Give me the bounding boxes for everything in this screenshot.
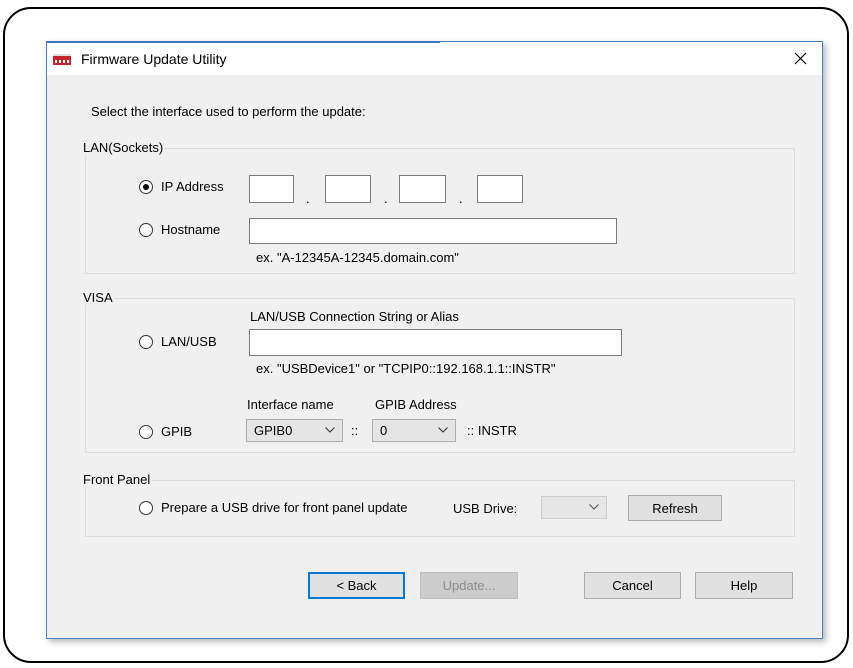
back-button[interactable]: < Back <box>308 572 405 599</box>
instr-suffix: :: INSTR <box>467 423 517 438</box>
connection-string-label: LAN/USB Connection String or Alias <box>250 309 459 324</box>
close-button[interactable] <box>778 42 822 75</box>
gpib-address-label: GPIB Address <box>375 397 457 412</box>
window-title: Firmware Update Utility <box>81 51 227 67</box>
ip-separator-3: . <box>459 191 463 206</box>
ip-separator-1: . <box>306 191 310 206</box>
close-icon <box>794 52 806 65</box>
gpib-address-select[interactable]: 0 <box>372 419 456 442</box>
refresh-button[interactable]: Refresh <box>628 495 722 521</box>
usb-drive-select[interactable] <box>541 496 607 519</box>
firmware-update-dialog: Firmware Update Utility Select the inter… <box>46 41 823 639</box>
help-button[interactable]: Help <box>695 572 793 599</box>
ip-address-radio[interactable] <box>139 180 153 194</box>
update-button[interactable]: Update... <box>420 572 518 599</box>
lan-usb-example: ex. "USBDevice1" or "TCPIP0::192.168.1.1… <box>256 361 556 376</box>
prepare-usb-label: Prepare a USB drive for front panel upda… <box>161 500 408 515</box>
hostname-input[interactable] <box>249 218 617 244</box>
lan-usb-radio[interactable] <box>139 335 153 349</box>
instruction-text: Select the interface used to perform the… <box>91 104 366 119</box>
lan-usb-label: LAN/USB <box>161 334 217 349</box>
chevron-down-icon <box>325 427 335 433</box>
hostname-example: ex. "A-12345A-12345.domain.com" <box>256 250 459 265</box>
gpib-address-value: 0 <box>380 423 388 438</box>
title-bar-accent <box>47 41 440 43</box>
ip-octet-2-input[interactable] <box>325 175 371 203</box>
front-panel-group-label: Front Panel <box>83 472 153 487</box>
interface-name-select[interactable]: GPIB0 <box>246 419 343 442</box>
app-icon <box>53 54 71 65</box>
gpib-radio[interactable] <box>139 425 153 439</box>
chevron-down-icon <box>589 504 599 510</box>
gpib-label: GPIB <box>161 424 193 439</box>
lan-sockets-group-label: LAN(Sockets) <box>83 140 166 155</box>
title-bar: Firmware Update Utility <box>47 41 822 75</box>
ip-octet-4-input[interactable] <box>477 175 523 203</box>
hostname-label: Hostname <box>161 222 221 237</box>
chevron-down-icon <box>438 427 448 433</box>
lan-usb-connection-input[interactable] <box>249 329 622 356</box>
ip-octet-3-input[interactable] <box>399 175 446 203</box>
ip-separator-2: . <box>384 191 388 206</box>
interface-name-value: GPIB0 <box>254 423 293 438</box>
ip-address-label: IP Address <box>161 179 224 194</box>
prepare-usb-radio[interactable] <box>139 501 153 515</box>
visa-group-label: VISA <box>83 290 115 305</box>
hostname-radio[interactable] <box>139 223 153 237</box>
usb-drive-label: USB Drive: <box>453 501 518 516</box>
ip-octet-1-input[interactable] <box>249 175 294 203</box>
interface-name-label: Interface name <box>247 397 334 412</box>
cancel-button[interactable]: Cancel <box>584 572 681 599</box>
interface-address-separator: :: <box>351 423 359 438</box>
